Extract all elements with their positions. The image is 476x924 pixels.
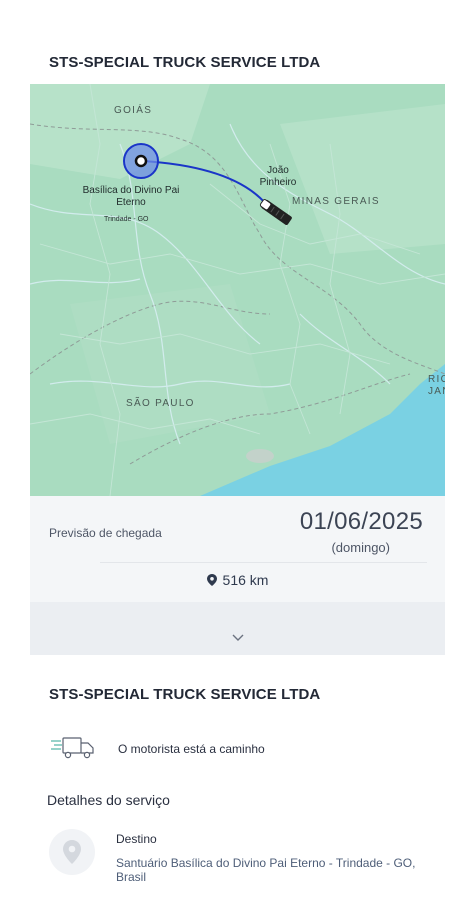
expand-details-button[interactable]: [30, 602, 445, 655]
section-title-service-details: Detalhes do serviço: [47, 792, 170, 808]
status-text: O motorista está a caminho: [118, 742, 265, 756]
destination-icon-badge: [49, 829, 95, 875]
carrier-title: STS-SPECIAL TRUCK SERVICE LTDA: [49, 686, 321, 703]
status-row: O motorista está a caminho: [49, 735, 429, 761]
location-pin-icon: [63, 840, 81, 864]
distance-value: 516 km: [222, 572, 269, 588]
map-label-rio-partial: RIO JAN: [428, 374, 445, 397]
moving-truck-icon: [51, 737, 94, 759]
map-label-goias: GOIÁS: [114, 105, 153, 116]
map-label-origin: Basílica do Divino Pai Eterno: [82, 185, 180, 208]
location-pin-icon: [206, 574, 217, 586]
eta-date: 01/06/2025: [299, 508, 423, 535]
map-label-origin-sub: Trindade - GO: [104, 216, 149, 223]
map-label-minas-gerais: MINAS GERAIS: [292, 196, 380, 207]
eta-label: Previsão de chegada: [49, 526, 162, 540]
destination-label: Destino: [116, 832, 157, 846]
route-map[interactable]: GOIÁS MINAS GERAIS SÃO PAULO RIO JAN Joã…: [30, 84, 445, 496]
arrival-info-panel: Previsão de chegada 01/06/2025 (domingo)…: [30, 496, 445, 602]
chevron-down-icon: [232, 634, 244, 641]
company-title: STS-SPECIAL TRUCK SERVICE LTDA: [49, 54, 321, 71]
map-canvas: [30, 84, 445, 496]
eta-weekday: (domingo): [331, 540, 390, 555]
destination-address: Santuário Basílica do Divino Pai Eterno …: [116, 856, 416, 884]
map-label-sao-paulo: SÃO PAULO: [126, 398, 195, 409]
map-label-joao-pinheiro: João Pinheiro: [259, 165, 297, 188]
divider: [100, 562, 427, 563]
distance-row: 516 km: [30, 572, 445, 588]
